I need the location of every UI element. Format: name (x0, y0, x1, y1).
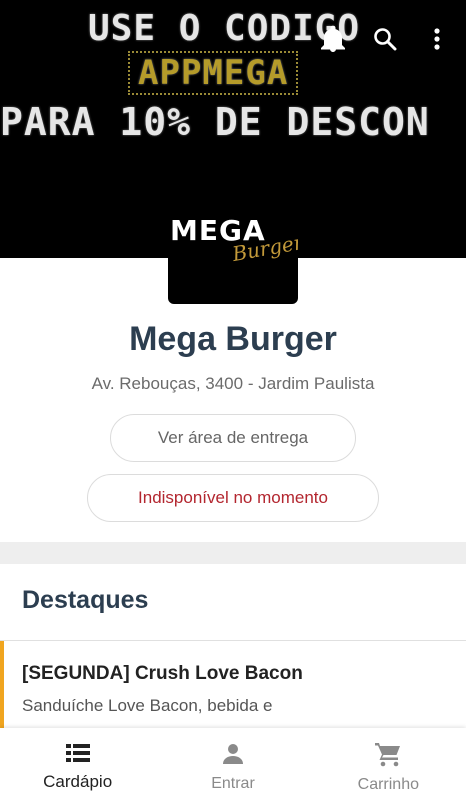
menu-list-icon (65, 743, 90, 768)
nav-label-cardapio: Cardápio (43, 771, 113, 791)
search-icon[interactable] (372, 24, 398, 54)
product-description: Sanduíche Love Bacon, bebida e (22, 696, 273, 715)
store-info: Mega Burger Av. Rebouças, 3400 - Jardim … (0, 300, 466, 522)
nav-item-carrinho[interactable]: Carrinho (311, 728, 466, 800)
cart-icon (374, 741, 402, 772)
nav-label-carrinho: Carrinho (357, 775, 419, 793)
status-unavailable-button[interactable]: Indisponível no momento (87, 474, 379, 522)
product-name: [SEGUNDA] Crush Love Bacon (22, 663, 303, 684)
store-logo: MEGA Burger (168, 208, 298, 304)
nav-item-cardapio[interactable]: Cardápio (0, 728, 155, 800)
banner-line-3: PARA 10% DE DESCON (0, 100, 430, 144)
person-icon (221, 742, 245, 771)
banner-promo-code: APPMEGA (128, 51, 299, 95)
highlights-title: Destaques (22, 586, 149, 614)
product-card[interactable]: [SEGUNDA] Crush Love Bacon Sanduíche Lov… (0, 641, 466, 731)
nav-item-entrar[interactable]: Entrar (155, 728, 310, 800)
store-address: Av. Rebouças, 3400 - Jardim Paulista (91, 374, 375, 393)
more-vert-icon[interactable] (424, 24, 450, 54)
bottom-navigation: Cardápio Entrar Carrinho (0, 728, 466, 800)
store-name: Mega Burger (129, 320, 337, 358)
bell-icon[interactable] (320, 24, 346, 54)
nav-label-entrar: Entrar (211, 774, 255, 792)
section-divider (0, 542, 466, 564)
topbar-actions (320, 24, 450, 54)
delivery-area-button[interactable]: Ver área de entrega (110, 414, 356, 462)
